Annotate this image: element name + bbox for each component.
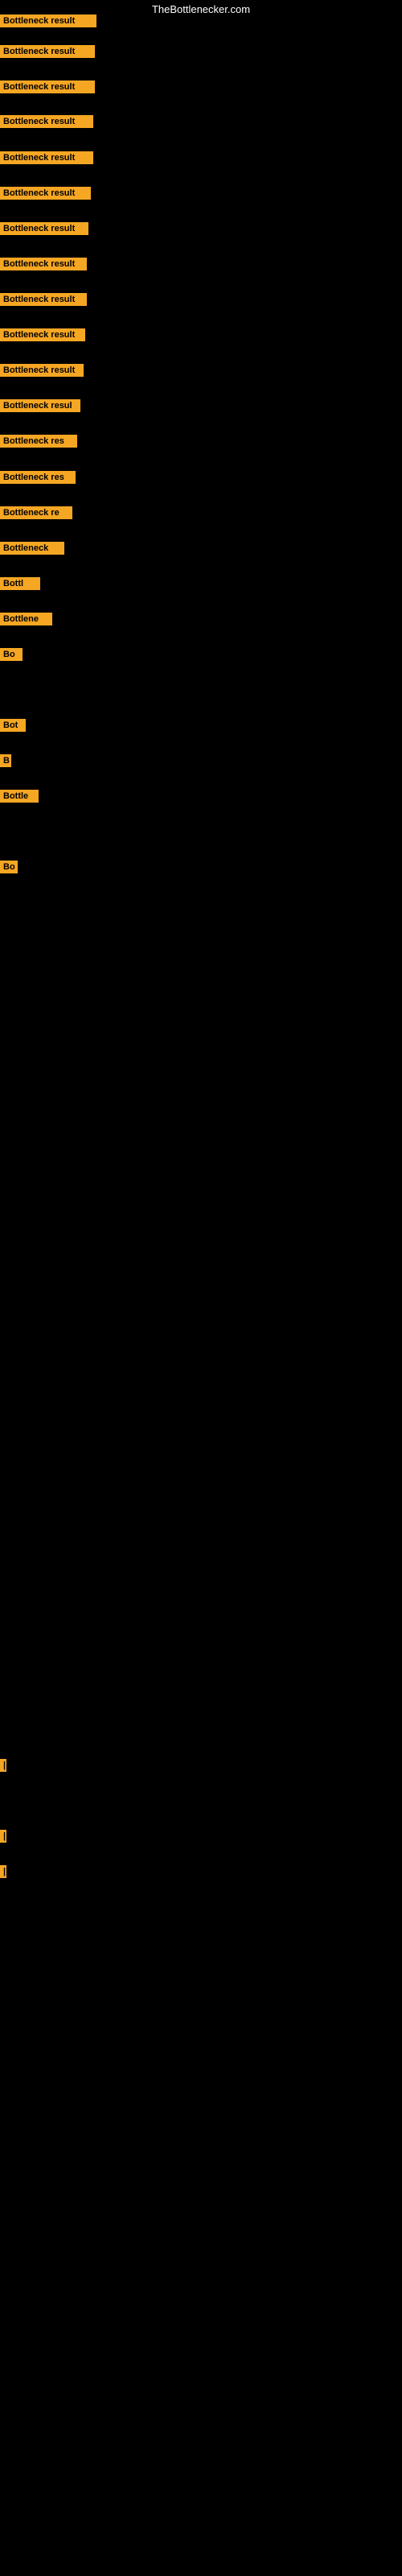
bottleneck-result-label: Bot [0,719,26,732]
bottleneck-result-label: | [0,1865,6,1878]
bottleneck-result-label: B [0,754,11,767]
bottleneck-result-label: Bottl [0,577,40,590]
bottleneck-result-label: Bottleneck result [0,187,91,200]
bottleneck-result-label: Bo [0,648,23,661]
bottleneck-result-label: Bo [0,861,18,873]
bottleneck-result-label: Bottleneck [0,542,64,555]
bottleneck-result-label: Bottleneck result [0,80,95,93]
bottleneck-result-label: Bottleneck result [0,222,88,235]
bottleneck-result-label: Bottleneck re [0,506,72,519]
bottleneck-result-label: Bottle [0,790,39,803]
bottleneck-result-label: | [0,1830,6,1843]
bottleneck-result-label: Bottleneck result [0,293,87,306]
bottleneck-result-label: Bottleneck result [0,258,87,270]
bottleneck-result-label: | [0,1759,6,1772]
bottleneck-result-label: Bottleneck result [0,151,93,164]
bottleneck-result-label: Bottleneck res [0,471,76,484]
bottleneck-result-label: Bottleneck resul [0,399,80,412]
bottleneck-result-label: Bottleneck result [0,14,96,27]
bottleneck-result-label: Bottleneck res [0,435,77,448]
bottleneck-result-label: Bottleneck result [0,45,95,58]
bottleneck-result-label: Bottleneck result [0,364,84,377]
bottleneck-result-label: Bottleneck result [0,115,93,128]
bottleneck-result-label: Bottleneck result [0,328,85,341]
bottleneck-result-label: Bottlene [0,613,52,625]
